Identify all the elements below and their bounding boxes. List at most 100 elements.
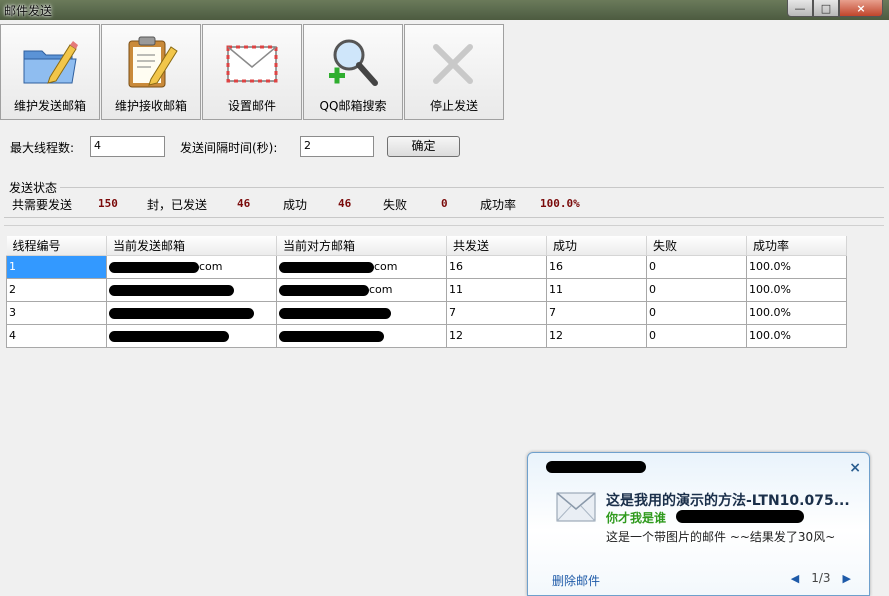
next-arrow-icon[interactable]: ▶ bbox=[843, 572, 851, 585]
cell-recipient-text: com bbox=[374, 260, 398, 273]
cell-total[interactable]: 16 bbox=[446, 254, 547, 279]
cell-rate[interactable]: 100.0% bbox=[746, 254, 847, 279]
window-controls: — □ × bbox=[787, 0, 883, 17]
max-threads-input[interactable]: 4 bbox=[90, 136, 165, 157]
cell-sender[interactable] bbox=[106, 323, 277, 348]
title-bar: 邮件发送 — □ × bbox=[0, 0, 889, 20]
interval-label: 发送间隔时间(秒): bbox=[180, 141, 278, 155]
rate-value: 100.0% bbox=[540, 197, 580, 210]
cell-thread-id[interactable]: 4 bbox=[6, 323, 107, 348]
close-icon: × bbox=[856, 1, 866, 15]
notification-body: 这是一个带图片的邮件 ~~结果发了30风~ bbox=[606, 530, 836, 544]
notification-subject: 这是我用的演示的方法-LTN10.075... bbox=[606, 493, 850, 509]
fail-label: 失败 bbox=[383, 198, 408, 212]
close-button[interactable]: × bbox=[839, 0, 883, 17]
cell-rate[interactable]: 100.0% bbox=[746, 323, 847, 348]
interval-input[interactable]: 2 bbox=[300, 136, 374, 157]
rate-label: 成功率 bbox=[480, 198, 517, 212]
notification-pager: ◀ 1/3 ▶ bbox=[791, 571, 851, 585]
col-current-recipient[interactable]: 当前对方邮箱 bbox=[276, 236, 447, 256]
table-row[interactable]: 4 12 12 0 100.0% bbox=[6, 323, 847, 348]
confirm-button[interactable]: 确定 bbox=[387, 136, 460, 157]
col-fail[interactable]: 失败 bbox=[646, 236, 747, 256]
minimize-icon: — bbox=[794, 1, 806, 15]
thread-grid[interactable]: 线程编号 当前发送邮箱 当前对方邮箱 共发送 成功 失败 成功率 1 com c… bbox=[6, 236, 847, 348]
redaction-mark bbox=[109, 261, 199, 273]
table-row[interactable]: 3 7 7 0 100.0% bbox=[6, 300, 847, 325]
folder-edit-icon bbox=[23, 41, 78, 84]
cell-success[interactable]: 12 bbox=[546, 323, 647, 348]
col-thread-id[interactable]: 线程编号 bbox=[6, 236, 107, 256]
maintain-sender-label: 维护发送邮箱 bbox=[13, 99, 86, 113]
col-total-sent[interactable]: 共发送 bbox=[446, 236, 547, 256]
redaction-mark bbox=[109, 330, 229, 342]
table-row[interactable]: 1 com com 16 16 0 100.0% bbox=[6, 254, 847, 279]
cell-rate[interactable]: 100.0% bbox=[746, 300, 847, 325]
cell-recipient[interactable]: com bbox=[276, 277, 447, 302]
cell-fail[interactable]: 0 bbox=[646, 254, 747, 279]
cell-total[interactable]: 12 bbox=[446, 323, 547, 348]
status-header: 发送状态 bbox=[9, 181, 58, 195]
qq-search-button[interactable]: QQ邮箱搜索 bbox=[303, 24, 403, 120]
mail-settings-label: 设置邮件 bbox=[227, 99, 276, 113]
redaction-mark bbox=[109, 284, 234, 296]
redaction-mark bbox=[279, 330, 384, 342]
cell-rate[interactable]: 100.0% bbox=[746, 277, 847, 302]
col-rate[interactable]: 成功率 bbox=[746, 236, 847, 256]
sent-value: 46 bbox=[237, 197, 251, 210]
maximize-button[interactable]: □ bbox=[813, 0, 839, 17]
cell-recipient[interactable] bbox=[276, 300, 447, 325]
status-divider bbox=[60, 187, 884, 188]
cell-success[interactable]: 7 bbox=[546, 300, 647, 325]
prev-arrow-icon[interactable]: ◀ bbox=[791, 572, 799, 585]
stop-sending-button[interactable]: 停止发送 bbox=[404, 24, 504, 120]
envelope-icon bbox=[226, 45, 278, 83]
window-title: 邮件发送 bbox=[4, 4, 53, 18]
redaction-mark bbox=[676, 510, 804, 523]
cell-sender[interactable] bbox=[106, 277, 277, 302]
delete-mail-link[interactable]: 删除邮件 bbox=[552, 572, 600, 589]
mail-notification-popup[interactable]: × 这是我用的演示的方法-LTN10.075... 你才我是谁 这是一个带图片的… bbox=[527, 452, 870, 596]
cell-recipient[interactable] bbox=[276, 323, 447, 348]
cell-thread-id[interactable]: 2 bbox=[6, 277, 107, 302]
cell-thread-id[interactable]: 1 bbox=[6, 254, 107, 279]
success-value: 46 bbox=[338, 197, 352, 210]
col-current-sender[interactable]: 当前发送邮箱 bbox=[106, 236, 277, 256]
cell-total[interactable]: 7 bbox=[446, 300, 547, 325]
redaction-mark bbox=[279, 284, 369, 296]
sent-label: 封，已发送 bbox=[147, 198, 208, 212]
cell-success[interactable]: 16 bbox=[546, 254, 647, 279]
col-success[interactable]: 成功 bbox=[546, 236, 647, 256]
maintain-sender-button[interactable]: 维护发送邮箱 bbox=[0, 24, 100, 120]
cell-fail[interactable]: 0 bbox=[646, 323, 747, 348]
mail-settings-button[interactable]: 设置邮件 bbox=[202, 24, 302, 120]
mail-envelope-icon bbox=[556, 492, 596, 522]
cell-recipient-text: com bbox=[369, 283, 393, 296]
redaction-mark bbox=[279, 261, 374, 273]
maintain-receiver-label: 维护接收邮箱 bbox=[114, 99, 187, 113]
success-label: 成功 bbox=[283, 198, 308, 212]
cell-recipient[interactable]: com bbox=[276, 254, 447, 279]
status-bottom-divider bbox=[4, 217, 884, 218]
max-threads-label: 最大线程数: bbox=[10, 141, 75, 155]
total-value: 150 bbox=[98, 197, 118, 210]
cell-success[interactable]: 11 bbox=[546, 277, 647, 302]
table-row[interactable]: 2 com 11 11 0 100.0% bbox=[6, 277, 847, 302]
minimize-button[interactable]: — bbox=[787, 0, 813, 17]
redaction-mark bbox=[546, 461, 646, 473]
cell-thread-id[interactable]: 3 bbox=[6, 300, 107, 325]
cell-sender[interactable]: com bbox=[106, 254, 277, 279]
send-status-group: 发送状态 共需要发送 150 封，已发送 46 成功 46 失败 0 成功率 1… bbox=[4, 179, 884, 219]
cell-sender[interactable] bbox=[106, 300, 277, 325]
redaction-mark bbox=[109, 307, 254, 319]
maintain-receiver-button[interactable]: 维护接收邮箱 bbox=[101, 24, 201, 120]
notification-sender: 你才我是谁 bbox=[606, 511, 667, 525]
thread-grid-area: 线程编号 当前发送邮箱 当前对方邮箱 共发送 成功 失败 成功率 1 com c… bbox=[4, 225, 884, 450]
cell-fail[interactable]: 0 bbox=[646, 300, 747, 325]
cell-total[interactable]: 11 bbox=[446, 277, 547, 302]
close-x-icon bbox=[433, 44, 473, 84]
notification-close-icon[interactable]: × bbox=[849, 460, 861, 476]
clipboard-edit-icon bbox=[128, 36, 178, 88]
redaction-mark bbox=[279, 307, 391, 319]
cell-fail[interactable]: 0 bbox=[646, 277, 747, 302]
